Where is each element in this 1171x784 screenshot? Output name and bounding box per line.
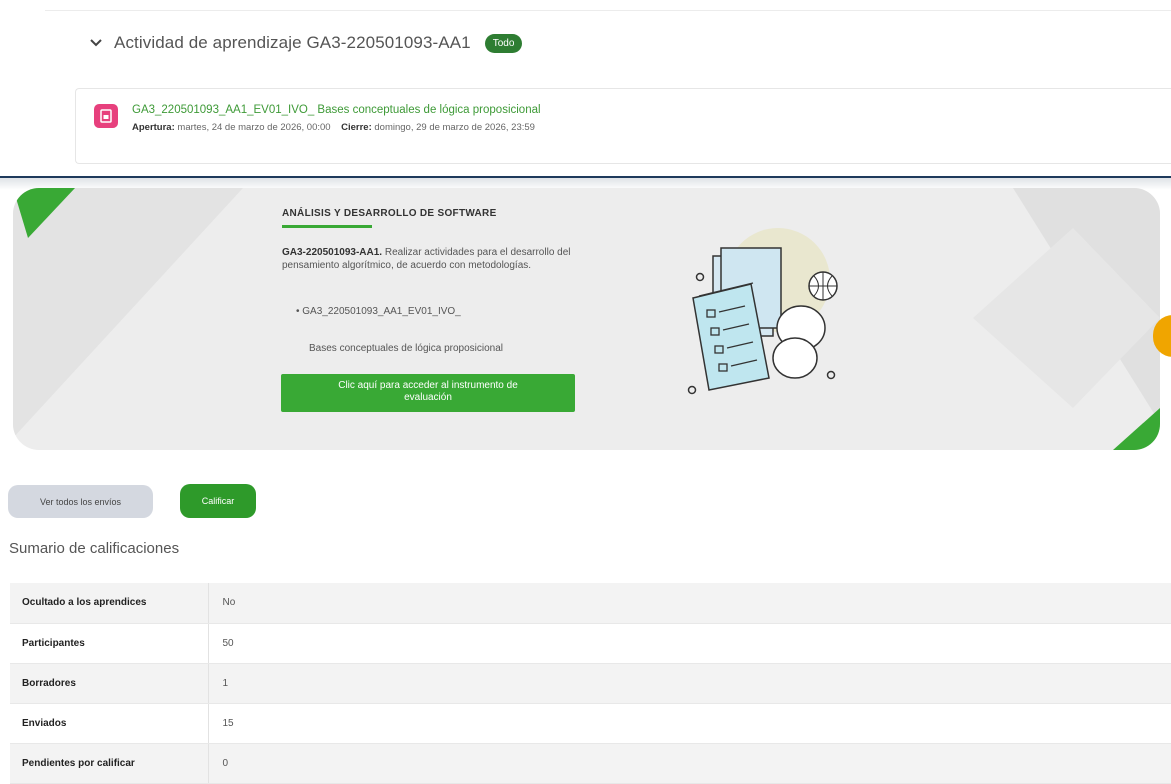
row-label: Pendientes por calificar: [10, 743, 209, 784]
row-value: 1: [208, 663, 1171, 704]
status-badge: Todo: [484, 33, 523, 53]
program-title: ANÁLISIS Y DESARROLLO DE SOFTWARE: [282, 208, 497, 219]
grading-summary-table: Ocultado a los aprendices No Participant…: [10, 583, 1171, 784]
divider: [45, 10, 1171, 11]
assignment-icon[interactable]: [94, 104, 118, 128]
section-header[interactable]: Actividad de aprendizaje GA3-220501093-A…: [88, 33, 523, 53]
table-row: Enviados 15: [10, 703, 1171, 744]
table-row: Borradores 1: [10, 663, 1171, 704]
activity-code: GA3-220501093-AA1.: [282, 247, 383, 258]
summary-heading: Sumario de calificaciones: [9, 540, 180, 557]
title-underline: [282, 225, 372, 228]
chevron-down-icon[interactable]: [88, 35, 104, 51]
open-label: Apertura:: [132, 122, 175, 133]
row-label: Participantes: [10, 623, 209, 664]
document-checklist-illustration: [687, 228, 838, 395]
table-row: Participantes 50: [10, 623, 1171, 664]
button-line-1: Clic aquí para acceder al instrumento de: [338, 380, 518, 391]
evidence-name: Bases conceptuales de lógica proposicion…: [309, 343, 504, 354]
activity-dates: Apertura: martes, 24 de marzo de 2026, 0…: [132, 122, 535, 133]
view-all-submissions-button[interactable]: Ver todos los envíos: [8, 485, 153, 518]
row-value: 50: [208, 623, 1171, 664]
row-label: Borradores: [10, 663, 209, 704]
row-label: Ocultado a los aprendices: [10, 583, 209, 624]
table-row: Ocultado a los aprendices No: [10, 583, 1171, 624]
button-line-2: evaluación: [404, 392, 452, 403]
section-title[interactable]: Actividad de aprendizaje GA3-220501093-A…: [114, 33, 471, 53]
evidence-item: • GA3_220501093_AA1_EV01_IVO_: [296, 306, 461, 317]
activity-card: GA3_220501093_AA1_EV01_IVO_ Bases concep…: [75, 88, 1171, 164]
grade-button[interactable]: Calificar: [180, 484, 256, 518]
banner-description: GA3-220501093-AA1. Realizar actividades …: [282, 246, 582, 272]
close-label: Cierre:: [341, 122, 372, 133]
activity-link[interactable]: GA3_220501093_AA1_EV01_IVO_ Bases concep…: [132, 104, 541, 116]
close-date: domingo, 29 de marzo de 2026, 23:59: [374, 122, 535, 133]
row-value: 15: [208, 703, 1171, 744]
row-label: Enviados: [10, 703, 209, 744]
row-value: No: [208, 583, 1171, 624]
row-value: 0: [208, 743, 1171, 784]
activity-banner: ANÁLISIS Y DESARROLLO DE SOFTWARE GA3-22…: [13, 188, 1160, 450]
banner-decoration: [13, 188, 1160, 450]
evaluation-instrument-button[interactable]: Clic aquí para acceder al instrumento de…: [281, 374, 575, 412]
course-section: Actividad de aprendizaje GA3-220501093-A…: [0, 0, 1171, 182]
table-row: Pendientes por calificar 0: [10, 743, 1171, 784]
evidence-code: GA3_220501093_AA1_EV01_IVO_: [302, 306, 461, 317]
open-date: martes, 24 de marzo de 2026, 00:00: [177, 122, 331, 133]
